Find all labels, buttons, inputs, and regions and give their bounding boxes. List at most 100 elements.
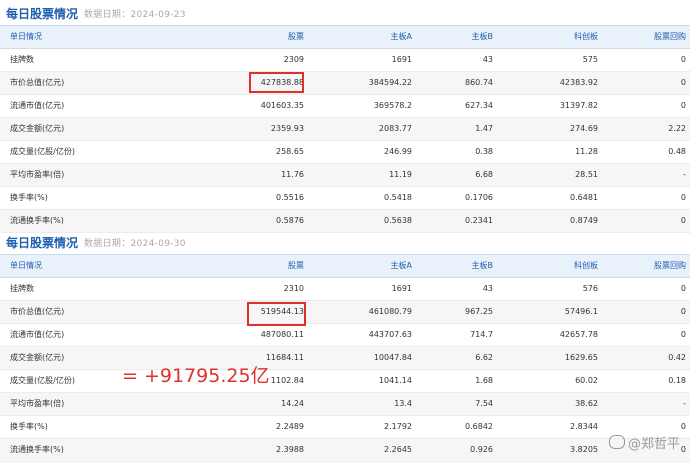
table-cell: 43 <box>482 55 493 64</box>
column-header: 主板A <box>390 32 412 41</box>
table-cell: 3.8205 <box>570 445 598 454</box>
table-cell: 487080.11 <box>260 330 304 339</box>
column-header: 科创板 <box>574 261 598 270</box>
table-cell: 860.74 <box>465 78 493 87</box>
table-cell: 714.7 <box>470 330 493 339</box>
highlight-box-market-value-0930 <box>247 302 306 326</box>
table-row: 挂牌数 2310 1691 43 576 0 <box>0 278 690 301</box>
table-cell: 2359.93 <box>270 124 304 133</box>
table-cell: 2.2489 <box>276 422 304 431</box>
table-cell: 0.6481 <box>570 193 598 202</box>
row-label: 换手率(%) <box>10 422 48 431</box>
table-cell: 1629.65 <box>564 353 598 362</box>
table-row: 成交量(亿股/亿份) 1102.84 1041.14 1.68 60.02 0.18 <box>0 370 690 393</box>
table-cell: 2309 <box>283 55 304 64</box>
date-label: 数据日期： <box>84 239 131 249</box>
table-cell: 43 <box>482 284 493 293</box>
table-cell: 0 <box>680 193 686 202</box>
table-cell: 10047.84 <box>373 353 412 362</box>
table-cell: 6.62 <box>475 353 493 362</box>
column-header: 主板B <box>471 261 494 270</box>
table-header-row: 单日情况 股票 主板A 主板B 科创板 股票回购 <box>0 254 690 278</box>
table-cell: 461080.79 <box>368 307 412 316</box>
table-cell: 627.34 <box>465 101 493 110</box>
data-date: 数据日期：2024-09-30 <box>84 236 186 249</box>
table-row: 挂牌数 2309 1691 43 575 0 <box>0 49 690 72</box>
table-cell: 0.6842 <box>465 422 493 431</box>
table-cell: 443707.63 <box>368 330 412 339</box>
row-label: 挂牌数 <box>10 55 34 64</box>
column-header: 单日情况 <box>10 32 42 41</box>
table-cell: 0.1706 <box>465 193 493 202</box>
table-cell: 11.28 <box>575 147 598 156</box>
stock-table: 单日情况 股票 主板A 主板B 科创板 股票回购 挂牌数 2309 1691 43 575 0 市价总值… <box>0 25 690 233</box>
table-cell: 274.69 <box>570 124 598 133</box>
row-label: 成交金额(亿元) <box>10 353 65 362</box>
table-cell: 14.24 <box>281 399 304 408</box>
table-row: 成交金额(亿元) 2359.93 2083.77 1.47 274.69 2.22 <box>0 118 690 141</box>
table-cell: 0.38 <box>475 147 493 156</box>
row-label: 市价总值(亿元) <box>10 307 65 316</box>
column-header: 股票回购 <box>654 261 686 270</box>
column-header: 主板A <box>390 261 412 270</box>
row-label: 成交量(亿股/亿份) <box>10 376 75 385</box>
table-cell: 42383.92 <box>559 78 598 87</box>
daily-stock-panel-0930: 每日股票情况 数据日期：2024-09-30 单日情况 股票 主板A 主板B 科创板 股票… <box>0 229 690 462</box>
table-cell: 31397.82 <box>559 101 598 110</box>
table-cell: 575 <box>582 55 598 64</box>
column-header: 科创板 <box>574 32 598 41</box>
table-row: 换手率(%) 2.2489 2.1792 0.6842 2.8344 0 <box>0 416 690 439</box>
table-cell: 2.3988 <box>276 445 304 454</box>
table-cell: 2.1792 <box>384 422 412 431</box>
row-label: 市价总值(亿元) <box>10 78 65 87</box>
table-cell: 11.76 <box>281 170 304 179</box>
panel-title: 每日股票情况 <box>6 7 79 21</box>
row-label: 流通换手率(%) <box>10 445 64 454</box>
table-cell: - <box>683 399 686 408</box>
panel-title: 每日股票情况 <box>6 236 79 250</box>
daily-stock-panel-0923: 每日股票情况 数据日期：2024-09-23 单日情况 股票 主板A 主板B 科创板 股票… <box>0 0 690 233</box>
table-row: 市价总值(亿元) 427838.88 384594.22 860.74 42383.92… <box>0 72 690 95</box>
table-cell: 0 <box>680 284 686 293</box>
watermark: @郑哲平 <box>608 433 680 452</box>
highlight-box-market-value-0923 <box>249 72 304 93</box>
table-row: 成交金额(亿元) 11684.11 10047.84 6.62 1629.65 0.42 <box>0 347 690 370</box>
row-label: 成交金额(亿元) <box>10 124 65 133</box>
table-cell: 246.99 <box>384 147 412 156</box>
table-cell: 0.5516 <box>276 193 304 202</box>
column-header: 股票回购 <box>654 32 686 41</box>
panel-header: 每日股票情况 数据日期：2024-09-30 <box>0 229 690 254</box>
table-cell: 11.19 <box>389 170 412 179</box>
table-cell: 0 <box>680 101 686 110</box>
table-cell: 2310 <box>283 284 304 293</box>
table-cell: 0.42 <box>668 353 686 362</box>
table-cell: 42657.78 <box>559 330 598 339</box>
date-value: 2024-09-30 <box>130 239 186 249</box>
row-label: 平均市盈率(倍) <box>10 170 65 179</box>
table-cell: 1.47 <box>475 124 493 133</box>
table-row: 平均市盈率(倍) 11.76 11.19 6.68 28.51 - <box>0 164 690 187</box>
row-label: 流通市值(亿元) <box>10 330 65 339</box>
table-cell: 258.65 <box>276 147 304 156</box>
table-cell: 38.62 <box>575 399 598 408</box>
table-cell: 0 <box>680 307 686 316</box>
weibo-logo-icon <box>608 435 625 449</box>
table-cell: 2.22 <box>668 124 686 133</box>
table-cell: 576 <box>582 284 598 293</box>
table-cell: 0.926 <box>470 445 493 454</box>
table-row: 流通换手率(%) 2.3988 2.2645 0.926 3.8205 0 <box>0 439 690 462</box>
table-row: 市价总值(亿元) 519544.13 461080.79 967.25 57496.1 0 <box>0 301 690 324</box>
table-cell: 1041.14 <box>378 376 412 385</box>
table-cell: 11684.11 <box>265 353 304 362</box>
table-cell: - <box>683 170 686 179</box>
table-cell: 2.8344 <box>570 422 598 431</box>
watermark-text: @郑哲平 <box>627 437 680 452</box>
table-cell: 2.2645 <box>384 445 412 454</box>
panel-header: 每日股票情况 数据日期：2024-09-23 <box>0 0 690 25</box>
table-cell: 6.68 <box>475 170 493 179</box>
table-cell: 0 <box>680 330 686 339</box>
column-header: 股票 <box>288 261 304 270</box>
table-cell: 0 <box>680 422 686 431</box>
table-cell: 7.54 <box>475 399 493 408</box>
table-cell: 401603.35 <box>260 101 304 110</box>
